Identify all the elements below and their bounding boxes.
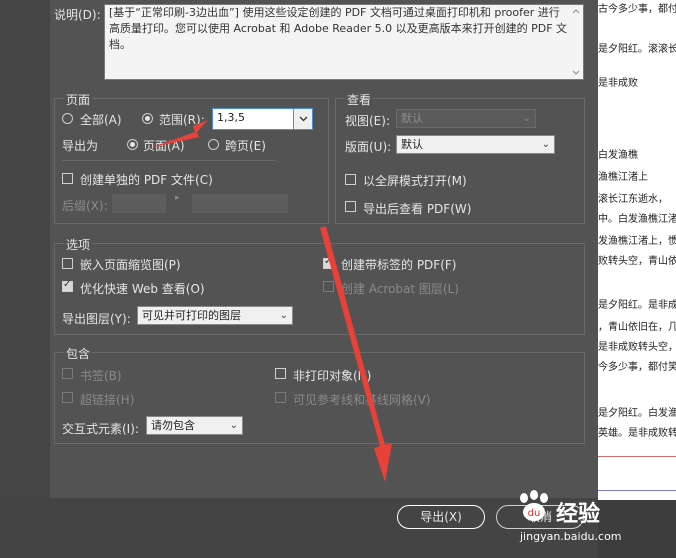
annotation-arrows: [150, 120, 392, 482]
watermark-url: jingyan.baidu.com: [520, 530, 622, 543]
paw-logo-icon: du: [520, 490, 548, 521]
annotation-arrow: [320, 226, 392, 482]
annotation-arrow: [150, 120, 208, 148]
watermark-brand: 经验: [556, 502, 601, 527]
svg-text:du: du: [528, 508, 541, 519]
